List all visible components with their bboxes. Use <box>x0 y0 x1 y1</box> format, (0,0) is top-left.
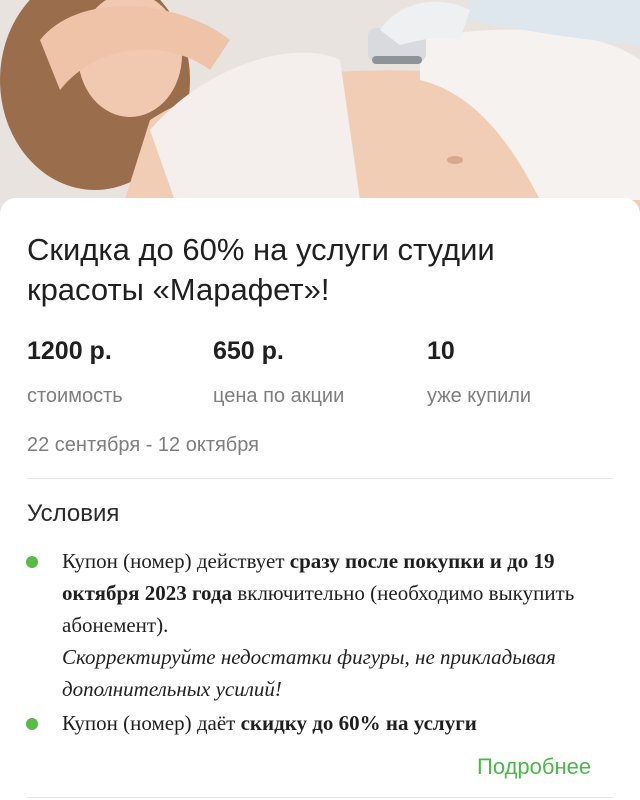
condition-text: Купон (номер) даёт <box>62 711 241 735</box>
condition-item: Купон (номер) действует сразу после поку… <box>62 545 602 705</box>
conditions-title: Условия <box>27 500 120 527</box>
divider <box>27 478 613 479</box>
more-link[interactable]: Подробнее <box>477 754 591 780</box>
divider <box>27 797 613 798</box>
stat-label: стоимость <box>27 385 123 407</box>
bullet-icon <box>26 556 38 568</box>
condition-bold: скидку до 60% на услуги <box>240 711 477 735</box>
stat-bought: 10 уже купили <box>427 334 531 408</box>
stat-value: 1200 р. <box>27 337 112 365</box>
stat-label: цена по акции <box>213 385 345 407</box>
stat-sale-price: 650 р. цена по акции <box>213 334 344 408</box>
hero-image <box>0 0 640 215</box>
offer-title: Скидка до 60% на услуги студии красоты «… <box>27 232 495 307</box>
stat-price: 1200 р. стоимость <box>27 334 123 408</box>
condition-italic: Скорректируйте недостатки фигуры, не при… <box>62 645 556 701</box>
stat-value: 10 <box>427 337 455 365</box>
bullet-icon <box>26 718 38 730</box>
condition-text: Купон (номер) действует <box>62 549 290 573</box>
offer-dates: 22 сентября - 12 октября <box>27 434 259 456</box>
stat-label: уже купили <box>427 385 532 407</box>
condition-item: Купон (номер) даёт скидку до 60% на услу… <box>62 707 602 739</box>
stat-value: 650 р. <box>213 337 284 365</box>
